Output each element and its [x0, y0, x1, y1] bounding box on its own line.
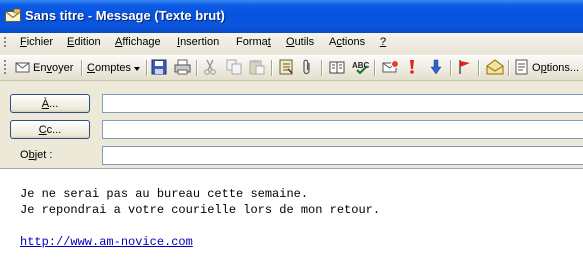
save-button[interactable] [151, 59, 167, 77]
toolbar-separator [450, 60, 452, 76]
cut-button[interactable] [203, 59, 217, 77]
check-names-button[interactable] [329, 59, 346, 77]
send-button[interactable]: Envoyer [15, 59, 73, 77]
cc-field[interactable] [102, 120, 583, 139]
chevron-down-icon [134, 62, 141, 74]
paste-button[interactable] [249, 59, 265, 77]
menu-fichier[interactable]: Fichier [20, 36, 53, 48]
envelope-icon [5, 8, 21, 23]
envelope-restrict-icon [382, 59, 399, 78]
toolbar-separator [374, 60, 376, 76]
options-button[interactable]: Options... [515, 59, 579, 77]
toolbar-separator [478, 60, 480, 76]
envelope-open-button[interactable] [486, 58, 504, 78]
send-icon [15, 60, 31, 77]
menu-help[interactable]: ? [380, 36, 386, 48]
options-icon [515, 59, 529, 78]
attach-button[interactable] [301, 59, 313, 77]
address-book-icon [278, 59, 294, 78]
toolbar-separator [146, 60, 148, 76]
toolbar-grip[interactable] [4, 60, 6, 76]
menu-affichage[interactable]: Affichage [115, 36, 161, 48]
body-line-2: Je repondrai a votre courielle lors de m… [20, 203, 381, 217]
copy-button[interactable] [226, 59, 242, 77]
window-title: Sans titre - Message (Texte brut) [25, 8, 225, 23]
print-button[interactable] [174, 59, 191, 77]
accounts-button[interactable]: Comptes [87, 59, 141, 77]
importance-low-button[interactable] [430, 59, 442, 77]
toolbar-separator [321, 60, 323, 76]
follow-up-button[interactable] [458, 59, 472, 77]
permission-button[interactable] [382, 59, 399, 77]
menubar-grip[interactable] [4, 37, 6, 49]
svg-text:ABC: ABC [352, 61, 370, 70]
standard-toolbar: Envoyer Comptes ABC Options... [0, 55, 583, 81]
menu-outils[interactable]: Outils [286, 36, 314, 48]
copy-icon [226, 59, 242, 78]
menu-edition[interactable]: Edition [67, 36, 101, 48]
address-book-button[interactable] [278, 59, 294, 77]
importance-high-button[interactable] [408, 59, 416, 77]
spelling-button[interactable]: ABC [352, 59, 370, 77]
book-icon [329, 59, 346, 78]
cc-button[interactable]: Cc... [10, 120, 90, 139]
arrow-down-icon [430, 59, 442, 78]
flag-icon [458, 59, 472, 78]
toolbar-separator [508, 60, 510, 76]
title-bar[interactable]: Sans titre - Message (Texte brut) [0, 0, 583, 33]
toolbar-separator [196, 60, 198, 76]
menu-actions[interactable]: Actions [329, 36, 365, 48]
message-header: À... Cc... Objet : [0, 81, 583, 167]
paste-icon [249, 59, 265, 78]
subject-label: Objet : [20, 149, 53, 161]
subject-field[interactable] [102, 146, 583, 165]
menu-insertion[interactable]: Insertion [177, 36, 219, 48]
envelope-open-icon [486, 58, 504, 78]
menu-bar: Fichier Edition Affichage Insertion Form… [0, 33, 583, 53]
printer-icon [174, 59, 191, 78]
message-body[interactable]: Je ne serai pas au bureau cette semaine.… [0, 168, 583, 279]
save-icon [151, 59, 167, 78]
body-link[interactable]: http://www.am-novice.com [20, 235, 193, 249]
menu-format[interactable]: Format [236, 36, 271, 48]
exclamation-icon [408, 59, 416, 78]
paperclip-icon [301, 59, 313, 78]
scissors-icon [203, 59, 217, 78]
spellcheck-icon: ABC [352, 59, 370, 78]
toolbar-separator [81, 60, 83, 76]
toolbar-separator [271, 60, 273, 76]
body-line-1: Je ne serai pas au bureau cette semaine. [20, 187, 309, 201]
to-field[interactable] [102, 94, 583, 113]
to-button[interactable]: À... [10, 94, 90, 113]
